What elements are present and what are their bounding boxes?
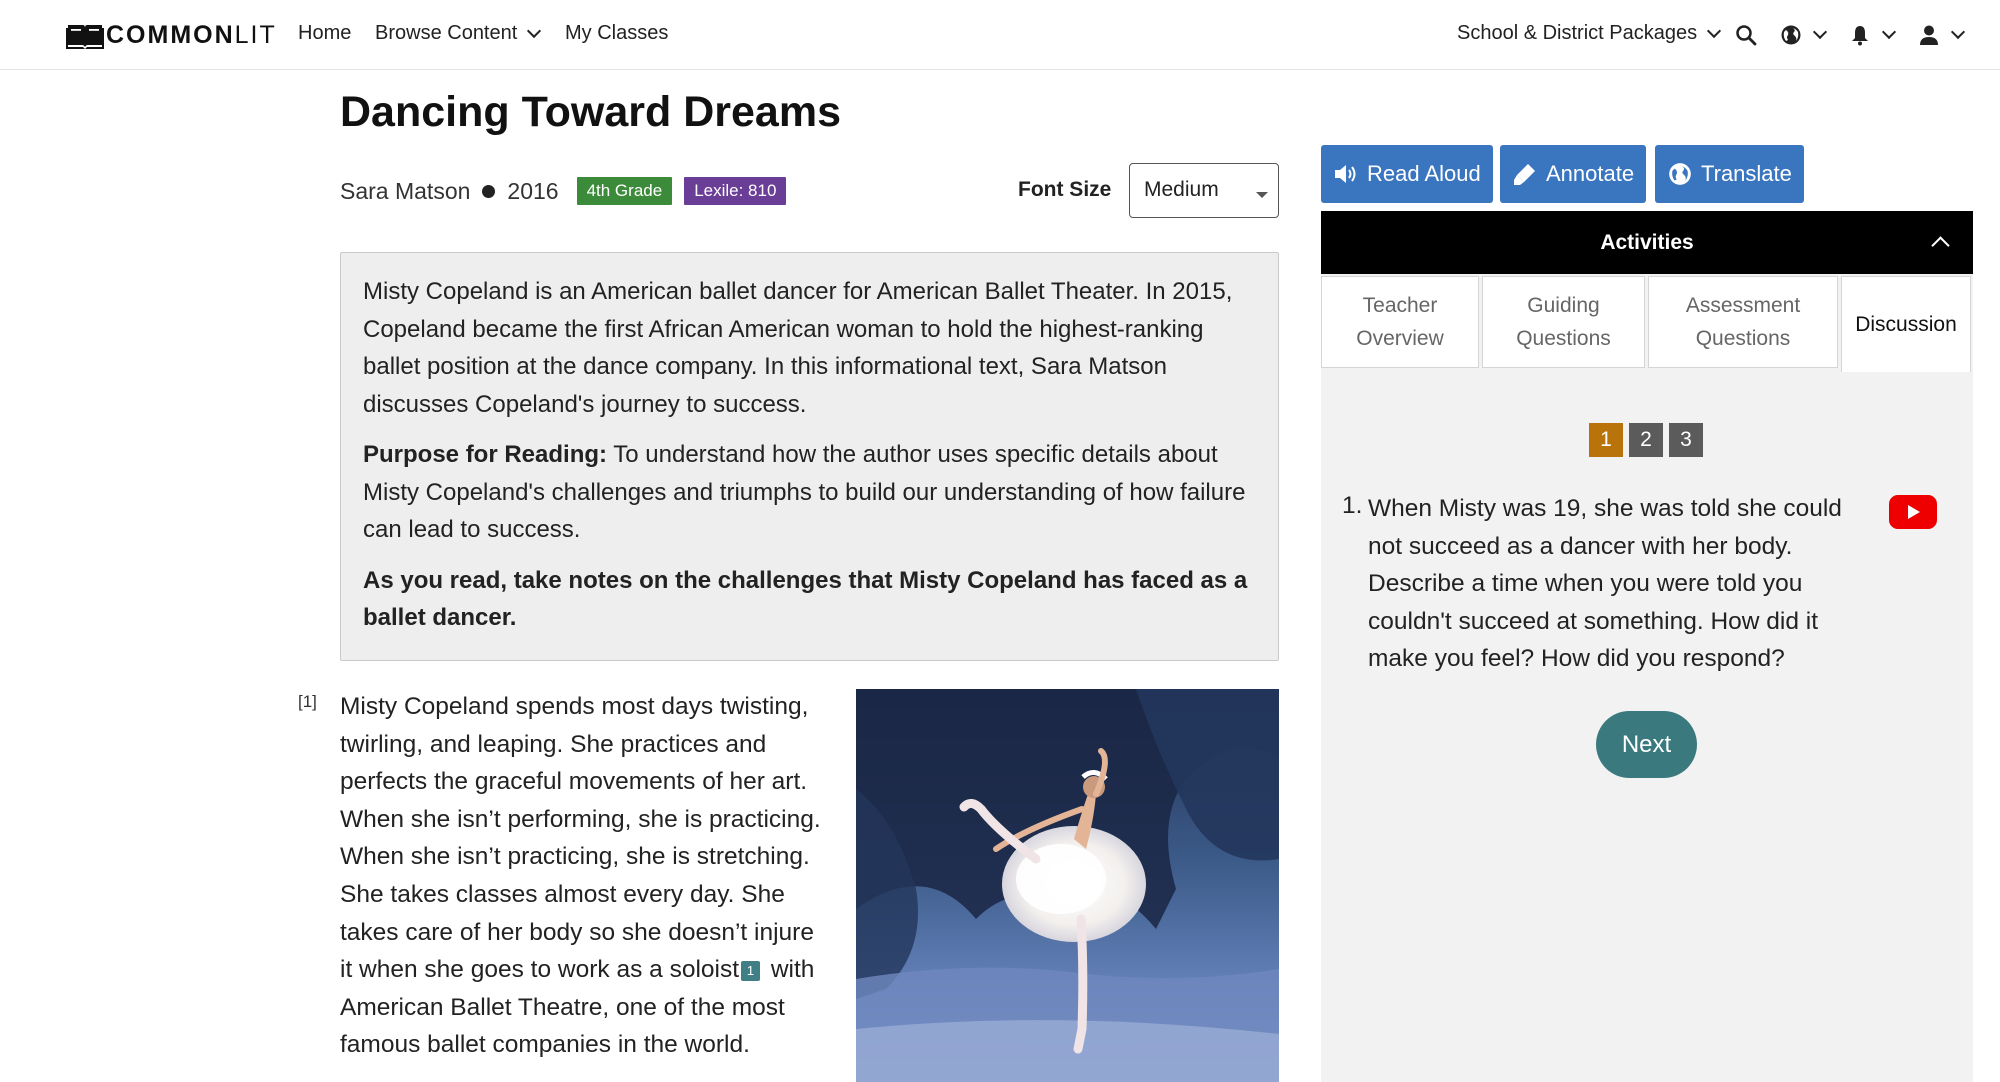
search-button[interactable] <box>1734 20 1758 50</box>
translate-label: Translate <box>1701 161 1792 186</box>
nav-browse-content[interactable]: Browse Content <box>375 22 542 45</box>
author-name[interactable]: Sara Matson <box>340 178 470 205</box>
reading-instruction: As you read, take notes on the challenge… <box>363 566 1248 632</box>
chevron-down-icon <box>1707 23 1722 38</box>
logo-wordmark: COMMONLIT <box>106 20 277 49</box>
paragraph-1: Misty Copeland spends most days twisting… <box>340 693 821 1059</box>
nav-home[interactable]: Home <box>298 22 351 45</box>
globe-icon <box>1781 25 1801 45</box>
font-size-label: Font Size <box>1018 178 1112 201</box>
font-size-select[interactable]: Medium <box>1129 163 1279 218</box>
youtube-icon[interactable] <box>1889 495 1937 529</box>
tab-teacher-overview[interactable]: Teacher Overview <box>1321 276 1479 368</box>
translate-button[interactable]: Translate <box>1655 145 1804 203</box>
next-button[interactable]: Next <box>1596 711 1697 778</box>
language-menu[interactable] <box>1779 20 1828 50</box>
article-meta: Sara Matson 2016 4th Grade Lexile: 810 <box>340 174 787 208</box>
activities-title: Activities <box>1600 230 1694 254</box>
bell-icon <box>1852 26 1868 46</box>
grade-badge: 4th Grade <box>576 177 673 205</box>
purpose-for-reading: Purpose for Reading: To understand how t… <box>363 436 1256 549</box>
notifications-menu[interactable] <box>1848 20 1897 50</box>
page-title: Dancing Toward Dreams <box>340 88 841 136</box>
annotate-button[interactable]: Annotate <box>1500 145 1647 203</box>
purpose-label: Purpose for Reading: <box>363 441 608 468</box>
chevron-down-icon <box>527 23 542 38</box>
paragraph-number: [1] <box>298 692 317 711</box>
annotate-label: Annotate <box>1546 161 1635 186</box>
tab-guiding-questions[interactable]: Guiding Questions <box>1482 276 1645 368</box>
nav-my-classes[interactable]: My Classes <box>565 22 668 45</box>
globe-icon <box>1669 163 1691 185</box>
font-size-value: Medium <box>1144 178 1219 201</box>
lexile-badge: Lexile: 810 <box>684 177 787 205</box>
tab-discussion[interactable]: Discussion <box>1841 276 1971 372</box>
nav-packages-label: School & District Packages <box>1457 22 1698 44</box>
introduction-box: Misty Copeland is an American ballet dan… <box>340 252 1279 661</box>
read-aloud-button[interactable]: Read Aloud <box>1321 145 1493 203</box>
ballet-dancer-photo <box>856 689 1279 1082</box>
question-page-3[interactable]: 3 <box>1669 423 1703 457</box>
user-icon <box>1920 25 1938 45</box>
search-icon <box>1736 25 1757 46</box>
nav-packages[interactable]: School & District Packages <box>1457 22 1722 45</box>
speaker-icon <box>1335 165 1356 183</box>
question-number: 1. <box>1342 492 1363 519</box>
activities-header[interactable]: Activities <box>1321 211 1973 274</box>
read-aloud-label: Read Aloud <box>1367 161 1481 186</box>
top-navigation: COMMONLIT Home Browse Content My Classes… <box>0 0 2000 70</box>
question-page-2[interactable]: 2 <box>1629 423 1663 457</box>
chevron-down-icon <box>1950 24 1966 40</box>
caret-down-icon <box>1256 192 1268 198</box>
highlighter-icon <box>1514 164 1535 185</box>
commonlit-logo[interactable]: COMMONLIT <box>66 20 277 50</box>
activities-panel <box>1321 274 1973 1082</box>
intro-text: Misty Copeland is an American ballet dan… <box>363 278 1233 418</box>
publication-year: 2016 <box>507 177 559 204</box>
chevron-up-icon[interactable] <box>1931 236 1950 255</box>
nav-browse-label: Browse Content <box>375 22 518 44</box>
footnote-marker[interactable]: 1 <box>741 960 761 981</box>
chevron-down-icon <box>1812 24 1828 40</box>
tab-assessment-questions[interactable]: Assessment Questions <box>1648 276 1838 368</box>
account-menu[interactable] <box>1917 20 1966 50</box>
question-page-1[interactable]: 1 <box>1589 423 1623 457</box>
discussion-question: When Misty was 19, she was told she coul… <box>1368 495 1842 672</box>
chevron-down-icon <box>1881 24 1897 40</box>
separator-dot <box>482 184 496 198</box>
book-icon <box>66 25 104 49</box>
